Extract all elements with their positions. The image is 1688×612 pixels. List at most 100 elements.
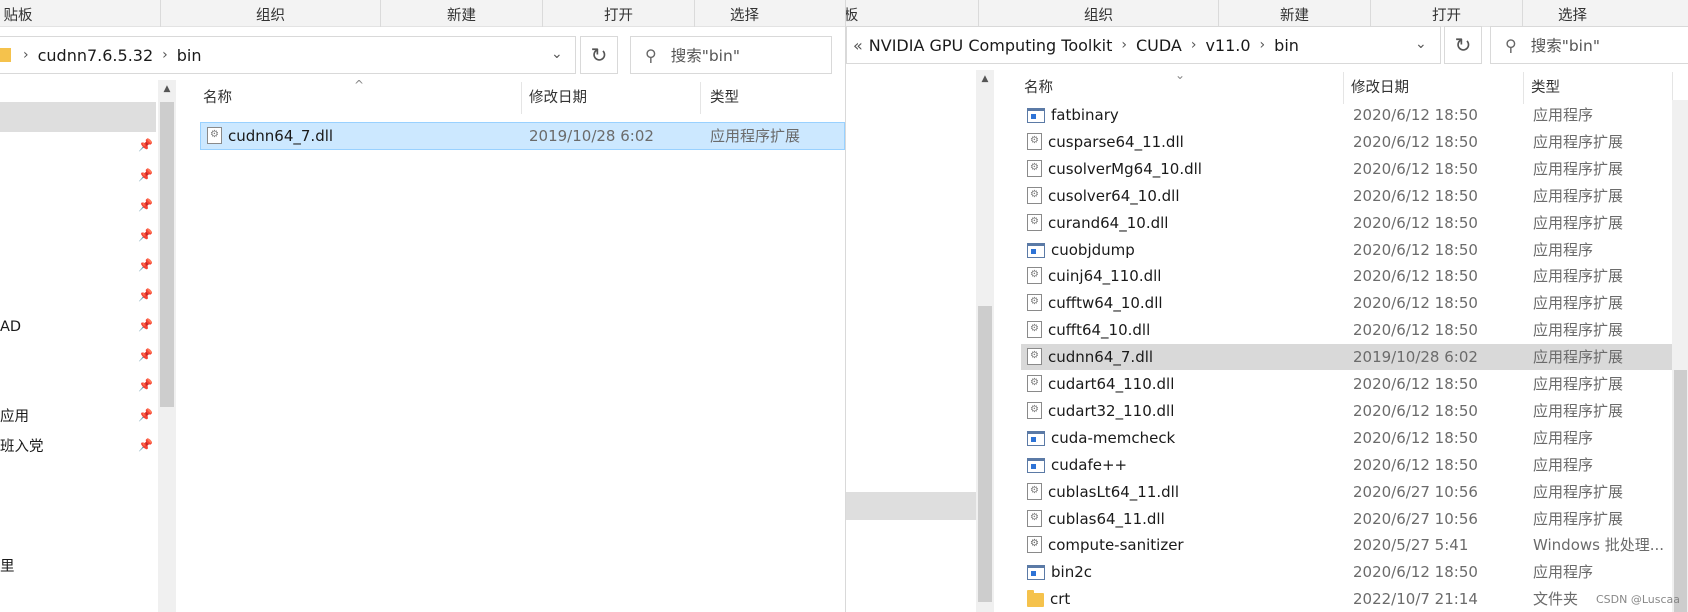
address-bar[interactable]: › cudnn7.6.5.32 › bin ⌄ <box>0 36 576 74</box>
refresh-button[interactable]: ↻ <box>1444 26 1482 64</box>
file-row[interactable]: bin2c 2020/6/12 18:50 应用程序 <box>1021 559 1672 585</box>
file-list-scrollbar[interactable] <box>1672 100 1688 612</box>
pin-icon[interactable]: 📌 <box>138 348 153 362</box>
nav-item-last[interactable]: 里 <box>0 552 155 582</box>
ribbon-group-select[interactable]: 选择 <box>694 0 794 27</box>
column-divider[interactable] <box>700 82 701 114</box>
file-row[interactable]: cudnn64_7.dll 2019/10/28 6:02 应用程序扩展 <box>200 122 845 150</box>
file-row[interactable]: cusolver64_10.dll 2020/6/12 18:50 应用程序扩展 <box>1021 183 1672 209</box>
refresh-button[interactable]: ↻ <box>580 36 618 74</box>
file-type: 应用程序扩展 <box>1533 213 1624 232</box>
file-row[interactable]: compute-sanitizer 2020/5/27 5:41 Windows 批… <box>1021 532 1672 558</box>
pin-icon[interactable]: 📌 <box>138 408 153 422</box>
file-name-cell: cudart32_110.dll <box>1027 398 1337 424</box>
file-row[interactable]: cusolverMg64_10.dll 2020/6/12 18:50 应用程序扩展 <box>1021 156 1672 182</box>
pin-icon[interactable]: 📌 <box>138 168 153 182</box>
scrollbar-thumb[interactable] <box>1674 370 1687 612</box>
nav-item-app[interactable]: 应用 <box>0 402 155 432</box>
nav-selected-item[interactable] <box>0 102 156 132</box>
ribbon-group-clipboard[interactable]: 贴板 <box>0 0 38 27</box>
file-row[interactable]: cuobjdump 2020/6/12 18:50 应用程序 <box>1021 237 1672 263</box>
file-date: 2020/6/12 18:50 <box>1353 321 1478 340</box>
pin-icon[interactable]: 📌 <box>138 438 153 452</box>
chevron-down-icon[interactable]: ⌄ <box>551 46 563 62</box>
file-type: Windows 批处理... <box>1533 536 1665 555</box>
file-row[interactable]: cudart32_110.dll 2020/6/12 18:50 应用程序扩展 <box>1021 398 1672 424</box>
nav-item-cad[interactable]: AD <box>0 312 155 342</box>
file-name-cell: cufft64_10.dll <box>1027 317 1337 343</box>
ribbon-group-open[interactable]: 打开 <box>1370 0 1522 27</box>
file-name: cuinj64_110.dll <box>1048 267 1162 286</box>
file-row[interactable]: cufft64_10.dll 2020/6/12 18:50 应用程序扩展 <box>1021 317 1672 343</box>
file-row[interactable]: cublasLt64_11.dll 2020/6/27 10:56 应用程序扩展 <box>1021 479 1672 505</box>
breadcrumb-segment[interactable]: v11.0 <box>1205 36 1250 55</box>
file-row[interactable]: cublas64_11.dll 2020/6/27 10:56 应用程序扩展 <box>1021 506 1672 532</box>
column-header-name[interactable]: 名称 <box>1024 74 1053 102</box>
search-placeholder: 搜索"bin" <box>1530 37 1600 55</box>
file-date: 2020/6/12 18:50 <box>1353 294 1478 313</box>
breadcrumb-overflow-icon[interactable]: « <box>853 36 863 55</box>
file-name: cudart64_110.dll <box>1048 375 1175 393</box>
search-input[interactable]: ⚲ 搜索"bin" <box>630 36 832 74</box>
scrollbar-thumb[interactable] <box>160 102 174 407</box>
breadcrumb-segment[interactable]: bin <box>1274 36 1299 55</box>
file-date: 2020/6/27 10:56 <box>1353 509 1478 528</box>
exe-file-icon <box>1027 242 1045 258</box>
nav-item-label: 班入党 <box>0 439 44 455</box>
ribbon-group-new[interactable]: 新建 <box>380 0 542 27</box>
chevron-right-icon: › <box>1190 37 1197 53</box>
chevron-down-icon[interactable]: ⌄ <box>1415 36 1427 52</box>
file-name-cell: cusolverMg64_10.dll <box>1027 156 1337 182</box>
column-header-date[interactable]: 修改日期 <box>529 84 587 112</box>
dll-file-icon <box>1027 375 1042 392</box>
nav-scrollbar[interactable]: ▲ <box>976 70 994 612</box>
file-row[interactable]: cudnn64_7.dll 2019/10/28 6:02 应用程序扩展 <box>1021 344 1672 371</box>
ribbon-groups: 板 组织 新建 打开 选择 <box>846 0 1688 27</box>
breadcrumb-segment[interactable]: NVIDIA GPU Computing Toolkit <box>869 36 1113 55</box>
pin-icon[interactable]: 📌 <box>138 198 153 212</box>
file-name: cusolver64_10.dll <box>1048 186 1180 205</box>
column-divider[interactable] <box>1343 72 1344 104</box>
scrollbar-thumb[interactable] <box>978 306 992 602</box>
file-row[interactable]: cudart64_110.dll 2020/6/12 18:50 应用程序扩展 <box>1021 371 1672 397</box>
column-divider[interactable] <box>1523 72 1524 104</box>
column-header-type[interactable]: 类型 <box>710 84 739 112</box>
file-row[interactable]: curand64_10.dll 2020/6/12 18:50 应用程序扩展 <box>1021 210 1672 236</box>
file-row[interactable]: cudafe++ 2020/6/12 18:50 应用程序 <box>1021 452 1672 478</box>
file-date: 2020/5/27 5:41 <box>1353 536 1469 555</box>
address-bar[interactable]: « NVIDIA GPU Computing Toolkit › CUDA › … <box>846 26 1441 64</box>
search-input[interactable]: ⚲ 搜索"bin" <box>1490 26 1688 64</box>
breadcrumb-segment[interactable]: bin <box>177 46 202 65</box>
ribbon-group-open[interactable]: 打开 <box>542 0 694 27</box>
nav-scrollbar[interactable]: ▲ <box>158 80 176 612</box>
column-header-name[interactable]: 名称 <box>203 84 232 112</box>
scroll-up-icon[interactable]: ▲ <box>976 74 994 84</box>
ribbon-group-organize[interactable]: 组织 <box>160 0 380 27</box>
nav-item-party[interactable]: 班入党 <box>0 432 155 462</box>
file-type: 应用程序扩展 <box>1533 132 1624 151</box>
column-header-type[interactable]: 类型 <box>1531 74 1560 102</box>
pin-icon[interactable]: 📌 <box>138 258 153 272</box>
pin-icon[interactable]: 📌 <box>138 288 153 302</box>
pin-icon[interactable]: 📌 <box>138 318 153 332</box>
file-row[interactable]: cufftw64_10.dll 2020/6/12 18:50 应用程序扩展 <box>1021 290 1672 316</box>
file-row[interactable]: cusparse64_11.dll 2020/6/12 18:50 应用程序扩展 <box>1021 129 1672 155</box>
ribbon-group-organize[interactable]: 组织 <box>978 0 1218 27</box>
ribbon-group-select[interactable]: 选择 <box>1522 0 1622 27</box>
column-divider[interactable] <box>521 82 522 114</box>
nav-selected-item[interactable] <box>846 492 976 520</box>
file-row[interactable]: cuinj64_110.dll 2020/6/12 18:50 应用程序扩展 <box>1021 263 1672 289</box>
ribbon-group-clipboard[interactable]: 板 <box>846 0 866 27</box>
scroll-up-icon[interactable]: ▲ <box>158 84 176 94</box>
file-row[interactable]: crt 2022/10/7 21:14 文件夹 <box>1021 586 1672 612</box>
pin-icon[interactable]: 📌 <box>138 228 153 242</box>
ribbon-group-new[interactable]: 新建 <box>1218 0 1370 27</box>
pin-icon[interactable]: 📌 <box>138 378 153 392</box>
file-row[interactable]: cuda-memcheck 2020/6/12 18:50 应用程序 <box>1021 425 1672 451</box>
file-row[interactable]: fatbinary 2020/6/12 18:50 应用程序 <box>1021 102 1672 128</box>
column-header-date[interactable]: 修改日期 <box>1351 74 1409 102</box>
breadcrumb-segment[interactable]: CUDA <box>1136 36 1182 55</box>
breadcrumb-segment[interactable]: cudnn7.6.5.32 <box>38 46 154 65</box>
file-type: 应用程序 <box>1533 563 1594 582</box>
pin-icon[interactable]: 📌 <box>138 138 153 152</box>
